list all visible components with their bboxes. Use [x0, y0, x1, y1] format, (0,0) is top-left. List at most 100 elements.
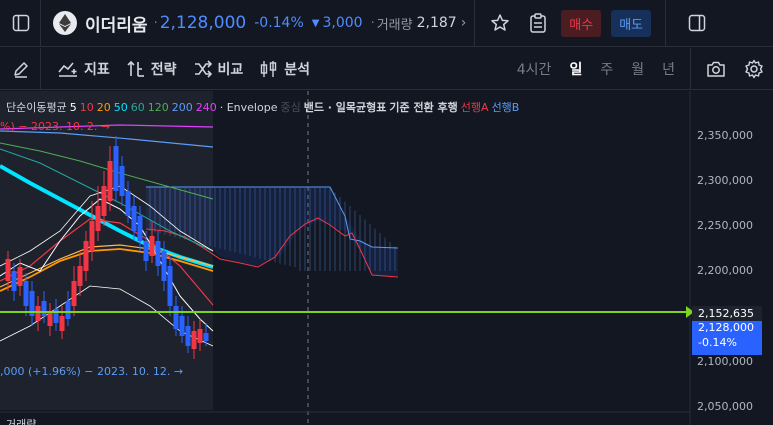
divider: [40, 0, 41, 47]
candle-body: [101, 186, 107, 216]
volume-value: 2,187: [416, 15, 457, 31]
candle-body: [137, 216, 143, 241]
price-tick: 2,250,000: [697, 219, 753, 232]
clipboard-icon: [530, 13, 547, 33]
candle-body: [113, 146, 119, 191]
chevron-right-icon[interactable]: ›: [461, 15, 467, 31]
divider: [665, 0, 667, 47]
ma20-period: 20: [96, 101, 111, 114]
price-chart[interactable]: 단순이동평균 5 10 20 50 60 120 200 240 · Envelope 중심 밴드 ·…: [0, 91, 773, 425]
candle-body: [41, 301, 47, 316]
candle-body: [203, 333, 209, 341]
sidebar-toggle-button[interactable]: [2, 4, 40, 42]
top-bar: 이더리움 · 2,128,000 -0.14% ▼ 3,000 · 거래량 2,…: [0, 0, 773, 47]
current-price-value: 2,128,000: [698, 321, 754, 334]
candle-body: [197, 329, 203, 343]
ma240-period: 240: [195, 101, 217, 114]
ma5-period: 5: [69, 101, 77, 114]
indicator-chart-icon: [58, 61, 77, 77]
candle-body: [65, 301, 71, 319]
candle-body: [23, 281, 29, 306]
ma60-period: 60: [130, 101, 145, 114]
candle-body: [149, 236, 155, 256]
envelope-center-label: 중심: [280, 101, 301, 114]
analysis-label: 분석: [284, 61, 311, 78]
timeframe-4h[interactable]: 4시간: [517, 59, 552, 79]
timeframe-week[interactable]: 주: [600, 59, 613, 79]
compare-button[interactable]: 비교: [193, 59, 243, 79]
volume-pane-label: 거래량: [6, 418, 37, 425]
candle-body: [83, 241, 89, 271]
pencil-icon: [14, 61, 28, 78]
ma50-period: 50: [113, 101, 128, 114]
timeframe-year[interactable]: 년: [662, 59, 675, 79]
candle-body: [47, 313, 53, 326]
price-tick: 2,050,000: [697, 400, 753, 413]
candle-body: [191, 331, 197, 349]
screenshot-button[interactable]: [697, 50, 735, 88]
strategy-button[interactable]: 전략: [126, 59, 177, 79]
candle-body: [17, 267, 23, 286]
coin-name[interactable]: 이더리움: [85, 11, 148, 36]
candle-body: [125, 191, 131, 216]
ma-legend-label: 단순이동평균: [6, 101, 67, 114]
ichimoku-terms: 기준 전환 후행: [389, 101, 458, 114]
right-panel-toggle-button[interactable]: [678, 4, 716, 42]
gear-icon: [745, 59, 763, 78]
candle-body: [35, 306, 41, 321]
candle-body: [95, 206, 101, 231]
candle-body: [5, 259, 11, 281]
timeframe-day[interactable]: 일: [569, 59, 582, 79]
candle-body: [59, 316, 65, 331]
candle-body: [131, 206, 137, 231]
timeframe-month[interactable]: 월: [631, 59, 644, 79]
change-amount: 3,000: [322, 15, 363, 31]
ma200-period: 200: [171, 101, 193, 114]
drawing-tools-button[interactable]: [2, 50, 40, 88]
change-percent: -0.14%: [254, 15, 304, 31]
down-triangle-icon: ▼: [311, 17, 320, 29]
indicators-label: 지표: [84, 61, 110, 78]
candle-body: [77, 266, 83, 286]
envelope-label: · Envelope: [219, 101, 278, 114]
separator-dot: ·: [153, 15, 158, 31]
candle-body: [11, 271, 17, 291]
ethereum-logo-icon: [53, 11, 77, 35]
ma120-period: 120: [147, 101, 169, 114]
candle-body: [155, 241, 161, 266]
volume-label: 거래량: [376, 17, 413, 33]
candle-body: [89, 221, 95, 251]
panel-left-icon: [12, 14, 30, 32]
span-a-label: 선행A: [460, 101, 489, 114]
candle-body: [161, 251, 167, 281]
sort-arrows-icon: [127, 60, 144, 77]
analysis-button[interactable]: 분석: [259, 59, 310, 79]
star-icon: [491, 14, 510, 31]
indicator-legend[interactable]: 단순이동평균 5 10 20 50 60 120 200 240 · Envelope 중심 밴드 ·…: [6, 99, 522, 115]
separator-dot: ·: [370, 15, 375, 31]
panel-right-icon: [688, 14, 706, 32]
camera-icon: [707, 61, 725, 77]
alert-price-tag[interactable]: 2,152,635: [692, 306, 762, 321]
sell-button[interactable]: 매도: [611, 9, 652, 37]
divider: [690, 47, 691, 90]
divider: [474, 0, 476, 47]
order-book-button[interactable]: [519, 4, 557, 42]
candle-body: [71, 281, 77, 306]
candle-body: [179, 316, 185, 336]
current-price: 2,128,000: [159, 13, 247, 33]
price-tick: 2,300,000: [697, 174, 753, 187]
candle-body: [143, 241, 149, 261]
favorite-button[interactable]: [481, 4, 519, 42]
shuffle-icon: [194, 59, 212, 78]
span-b-label: 선행B: [491, 101, 520, 114]
band-ichimoku-label: 밴드 · 일목균형표: [303, 101, 387, 114]
candle-body: [173, 306, 179, 329]
low-annotation: ,000 (+1.96%) − 2023. 10. 12. →: [0, 365, 184, 378]
candle-body: [185, 326, 191, 346]
settings-button[interactable]: [735, 50, 773, 88]
indicators-button[interactable]: 지표: [57, 59, 110, 79]
buy-button[interactable]: 매수: [561, 9, 602, 37]
candle-body: [119, 166, 125, 196]
high-annotation: %) − 2023. 10. 2. →: [0, 120, 111, 133]
